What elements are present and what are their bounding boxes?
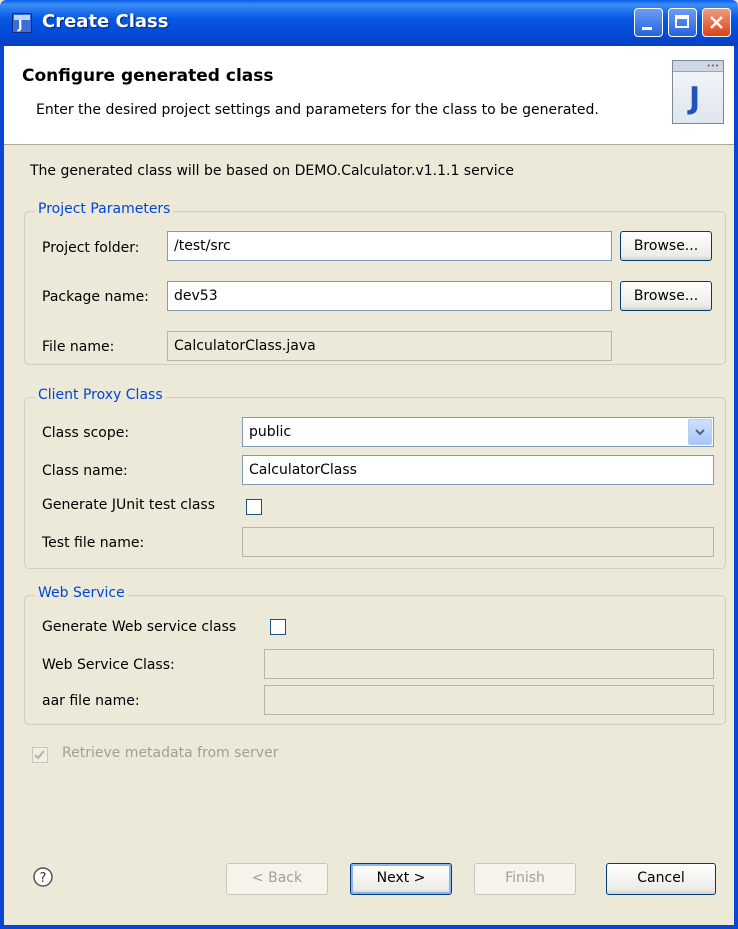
aar-file-name-field [264, 685, 714, 715]
intro-text: The generated class will be based on DEM… [30, 163, 514, 179]
generate-web-service-checkbox[interactable] [270, 619, 286, 635]
banner-description: Enter the desired project settings and p… [36, 102, 599, 118]
checkmark-icon [34, 750, 45, 760]
package-name-input[interactable]: dev53 [167, 281, 612, 311]
generate-junit-checkbox[interactable] [246, 499, 262, 515]
browse-package-button[interactable]: Browse... [620, 281, 712, 311]
generate-web-service-label[interactable]: Generate Web service class [42, 619, 236, 635]
file-name-field: CalculatorClass.java [167, 331, 612, 361]
window-frame-bottom [0, 925, 738, 929]
java-app-icon: J [12, 13, 32, 33]
cancel-button[interactable]: Cancel [606, 863, 716, 895]
aar-file-name-label: aar file name: [42, 693, 140, 709]
close-icon [710, 16, 723, 29]
class-scope-select[interactable]: public [242, 417, 714, 447]
project-folder-label: Project folder: [42, 240, 140, 256]
maximize-button[interactable] [668, 8, 697, 37]
close-button[interactable] [702, 8, 731, 37]
retrieve-metadata-checkbox[interactable] [32, 747, 48, 763]
svg-text:?: ? [40, 871, 47, 886]
next-button[interactable]: Next > [350, 863, 452, 895]
package-name-label: Package name: [42, 289, 149, 305]
title-bar[interactable]: J Create Class [0, 0, 738, 46]
banner-title: Configure generated class [22, 66, 274, 86]
java-class-wizard-icon: ••• J [672, 60, 724, 124]
window-frame-right [734, 46, 738, 929]
class-scope-value: public [249, 424, 292, 440]
dropdown-button[interactable] [688, 419, 712, 445]
class-name-label: Class name: [42, 463, 128, 479]
help-icon[interactable]: ? [32, 866, 54, 888]
test-file-name-field [242, 527, 714, 557]
wizard-content: The generated class will be based on DEM… [4, 145, 734, 925]
retrieve-metadata-label: Retrieve metadata from server [62, 745, 279, 761]
test-file-name-label: Test file name: [42, 535, 145, 551]
wizard-banner: Configure generated class Enter the desi… [4, 46, 734, 145]
window-title: Create Class [42, 11, 169, 32]
project-parameters-legend: Project Parameters [35, 201, 174, 217]
web-service-class-field [264, 649, 714, 679]
create-class-dialog: J Create Class Configure generated class… [0, 0, 738, 929]
file-name-label: File name: [42, 339, 115, 355]
browse-project-folder-button[interactable]: Browse... [620, 231, 712, 261]
web-service-class-label: Web Service Class: [42, 657, 175, 673]
class-scope-label: Class scope: [42, 425, 130, 441]
chevron-down-icon [695, 429, 705, 436]
back-button[interactable]: < Back [226, 863, 328, 895]
finish-button[interactable]: Finish [474, 863, 576, 895]
minimize-button[interactable] [634, 8, 663, 37]
generate-junit-label[interactable]: Generate JUnit test class [42, 497, 215, 513]
project-folder-input[interactable]: /test/src [167, 231, 612, 261]
class-name-input[interactable]: CalculatorClass [242, 455, 714, 485]
web-service-legend: Web Service [35, 585, 128, 601]
client-proxy-legend: Client Proxy Class [35, 387, 166, 403]
